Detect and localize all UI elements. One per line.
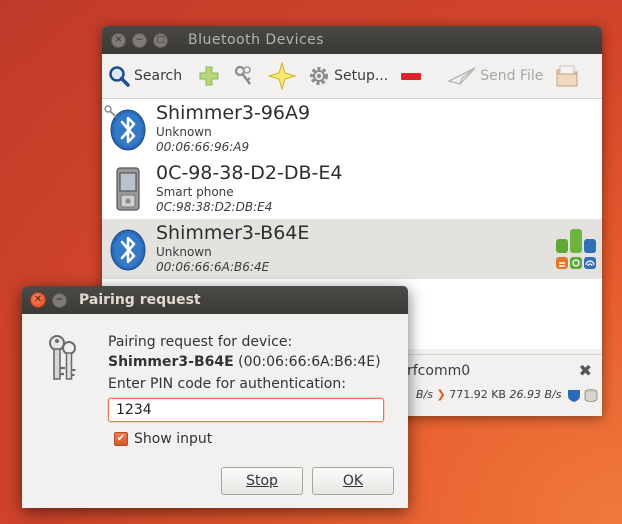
device-name: 0C-98-38-D2-DB-E4	[156, 162, 343, 185]
minus-icon	[401, 73, 422, 80]
device-type: Unknown	[156, 125, 212, 140]
device-address: 00:06:66:6A:B6:4E	[156, 260, 270, 275]
titlebar: ✕ − □ Bluetooth Devices	[102, 26, 602, 54]
dialog-close-button[interactable]: ✕	[30, 292, 46, 308]
show-input-checkbox-row[interactable]: ✔ Show input	[114, 431, 212, 447]
device-info: Shimmer3-96A9 Unknown 00:06:66:96:A9	[156, 103, 310, 154]
pairing-message: Pairing request for device:	[108, 334, 293, 350]
star-icon	[268, 62, 297, 90]
dialog-title: Pairing request	[79, 292, 201, 308]
minimize-window-button[interactable]: −	[132, 32, 147, 48]
pairing-device-line: Shimmer3-B64E (00:06:66:6A:B6:4E)	[108, 355, 381, 369]
search-icon	[109, 66, 130, 87]
plus-icon	[199, 66, 219, 86]
search-label: Search	[134, 68, 183, 84]
pairing-device-name: Shimmer3-B64E	[108, 354, 234, 370]
bluetooth-icon	[108, 227, 148, 271]
device-row-selected[interactable]: Shimmer3-B64E Unknown 00:06:66:6A:B6:4E	[102, 219, 602, 279]
show-input-label[interactable]: Show input	[134, 431, 212, 447]
send-file-button[interactable]: Send File	[448, 61, 543, 91]
device-type: Smart phone	[156, 185, 234, 200]
shield-icon	[567, 389, 580, 402]
ok-button[interactable]: OK	[312, 467, 394, 495]
paper-plane-icon	[448, 67, 476, 85]
pin-input[interactable]	[108, 398, 384, 422]
close-window-button[interactable]: ✕	[111, 32, 126, 48]
device-name: Shimmer3-B64E	[156, 222, 310, 245]
folder-icon	[556, 65, 578, 87]
device-info: 0C-98-38-D2-DB-E4 Smart phone 0C:98:38:D…	[156, 163, 342, 214]
device-address: 00:06:66:96:A9	[156, 140, 250, 155]
gear-icon	[310, 67, 329, 85]
maximize-window-button[interactable]: □	[153, 32, 168, 48]
device-info: Shimmer3-B64E Unknown 00:06:66:6A:B6:4E	[156, 223, 309, 274]
download-speed-unit: B/s	[416, 388, 433, 401]
browse-files-button[interactable]	[555, 61, 579, 91]
show-input-checkbox[interactable]: ✔	[114, 432, 128, 446]
add-device-button[interactable]	[198, 61, 220, 91]
phone-icon	[108, 167, 148, 211]
dialog-minimize-button[interactable]: −	[52, 292, 67, 308]
transfer-stats: B/s ❯ 771.92 KB 26.93 B/s	[416, 388, 598, 402]
send-file-label: Send File	[480, 68, 544, 84]
search-button[interactable]: Search	[108, 61, 182, 91]
pairing-device-address: (00:06:66:6A:B6:4E)	[238, 354, 381, 370]
remove-device-button[interactable]	[400, 61, 422, 91]
pair-button[interactable]	[232, 61, 256, 91]
keys-icon	[235, 65, 252, 85]
device-name: Shimmer3-96A9	[156, 102, 311, 125]
setup-button[interactable]: Setup...	[308, 61, 388, 91]
device-row[interactable]: 0C-98-38-D2-DB-E4 Smart phone 0C:98:38:D…	[102, 159, 602, 219]
setup-label: Setup...	[334, 68, 389, 84]
signal-strength-icon	[556, 229, 596, 269]
dialog-titlebar: ✕ − Pairing request	[22, 286, 408, 314]
window-title: Bluetooth Devices	[188, 32, 325, 48]
device-row[interactable]: Shimmer3-96A9 Unknown 00:06:66:96:A9	[102, 99, 602, 159]
device-type: Unknown	[156, 245, 212, 260]
paired-key-icon	[104, 105, 117, 118]
storage-icon	[585, 388, 598, 402]
upload-speed: 26.93 B/s	[509, 388, 562, 401]
pin-prompt: Enter PIN code for authentication:	[108, 376, 346, 392]
stop-button[interactable]: Stop	[221, 467, 303, 495]
transferred-size: 771.92 KB	[449, 388, 506, 401]
pairing-request-dialog: ✕ − Pairing request Pairing request for …	[22, 286, 408, 508]
device-address: 0C:98:38:D2:DB:E4	[156, 200, 273, 215]
toolbar: Search Setup... Send File	[102, 54, 602, 99]
bluetooth-icon	[104, 105, 148, 151]
upload-arrow-icon: ❯	[436, 388, 446, 401]
dialog-body: Pairing request for device: Shimmer3-B64…	[22, 314, 408, 508]
close-connection-icon[interactable]: ✖	[579, 361, 592, 380]
trust-button[interactable]	[268, 61, 297, 91]
keys-icon	[49, 335, 76, 380]
